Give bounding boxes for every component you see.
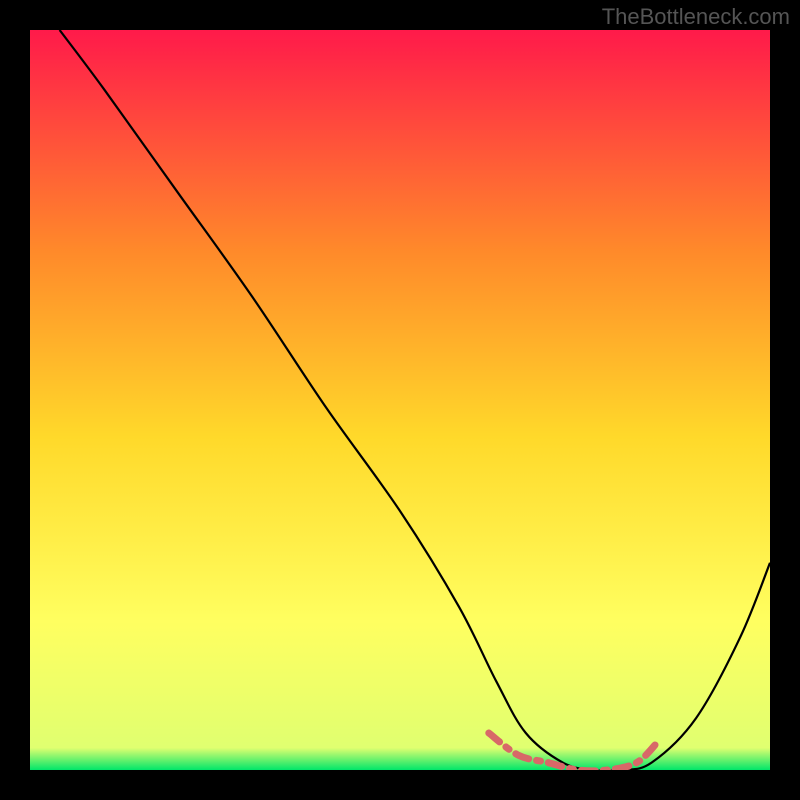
watermark-text: TheBottleneck.com xyxy=(602,4,790,30)
chart-plot-area xyxy=(30,30,770,770)
chart-svg xyxy=(30,30,770,770)
